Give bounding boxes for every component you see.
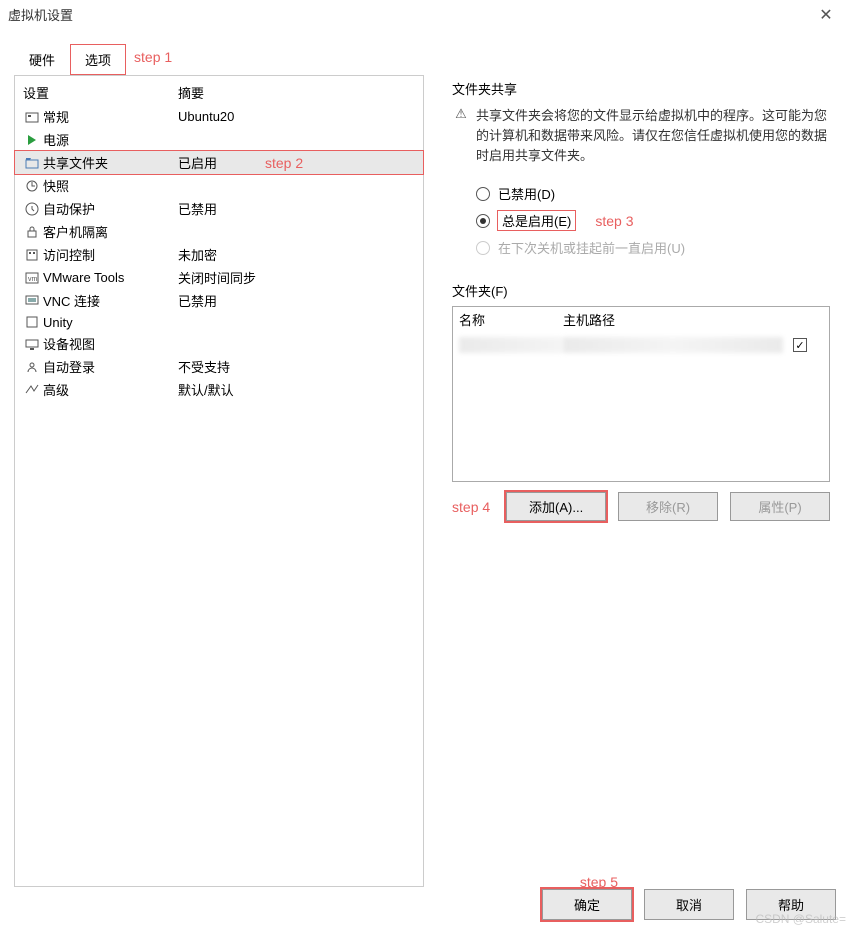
unity-icon — [23, 314, 41, 330]
titlebar: 虚拟机设置 ✕ — [0, 0, 854, 30]
row-summary: 已禁用 — [178, 291, 415, 310]
row-summary: 已禁用 — [178, 199, 415, 218]
step2-annotation: step 2 — [265, 155, 303, 171]
row-guest-isolation[interactable]: 客户机隔离 — [15, 220, 423, 243]
warning-block: ⚠ 共享文件夹会将您的文件显示给虚拟机中的程序。这可能为您的计算机和数据带来风险… — [452, 106, 830, 166]
row-label: 客户机隔离 — [43, 222, 178, 241]
row-label: Unity — [43, 315, 178, 330]
row-label: 共享文件夹 — [43, 153, 178, 172]
radio-label: 在下次关机或挂起前一直启用(U) — [498, 238, 685, 257]
step4-annotation: step 4 — [452, 499, 490, 515]
row-summary: 关闭时间同步 — [178, 268, 415, 287]
row-snapshot[interactable]: 快照 — [15, 174, 423, 197]
row-advanced[interactable]: 高级 默认/默认 — [15, 378, 423, 401]
vnc-icon — [23, 293, 41, 309]
device-icon — [23, 336, 41, 352]
row-summary: 默认/默认 — [178, 380, 415, 399]
folder-row[interactable]: ✓ — [453, 333, 829, 357]
power-icon — [23, 132, 41, 148]
row-device-view[interactable]: 设备视图 — [15, 332, 423, 355]
header-summary: 摘要 — [178, 83, 415, 102]
warning-icon: ⚠ — [452, 106, 470, 166]
folder-name-cell — [459, 337, 563, 353]
row-label: 设备视图 — [43, 334, 178, 353]
warning-text: 共享文件夹会将您的文件显示给虚拟机中的程序。这可能为您的计算机和数据带来风险。请… — [476, 106, 830, 166]
row-label: 常规 — [43, 107, 178, 126]
radio-until-shutdown: 在下次关机或挂起前一直启用(U) — [476, 234, 830, 261]
settings-header: 设置 摘要 — [15, 80, 423, 105]
add-button[interactable]: 添加(A)... — [506, 492, 606, 521]
row-label: VNC 连接 — [43, 291, 178, 310]
clock-icon — [23, 201, 41, 217]
row-unity[interactable]: Unity — [15, 312, 423, 332]
folders-section: 文件夹(F) 名称 主机路径 ✓ step 4 添加(A)... 移除(R) 属… — [452, 281, 830, 521]
radio-disabled[interactable]: 已禁用(D) — [476, 180, 830, 207]
row-power[interactable]: 电源 — [15, 128, 423, 151]
row-autoprotect[interactable]: 自动保护 已禁用 — [15, 197, 423, 220]
radio-always[interactable]: 总是启用(E) step 3 — [476, 207, 830, 234]
row-vmware-tools[interactable]: vm VMware Tools 关闭时间同步 — [15, 266, 423, 289]
lock-icon — [23, 224, 41, 240]
folder-checkbox[interactable]: ✓ — [793, 338, 807, 352]
radio-icon — [476, 241, 490, 255]
folder-header-name: 名称 — [459, 310, 563, 329]
snapshot-icon — [23, 178, 41, 194]
general-icon — [23, 109, 41, 125]
radio-label: 已禁用(D) — [498, 184, 555, 203]
watermark: CSDN @Salute= — [755, 912, 846, 926]
row-label: 自动保护 — [43, 199, 178, 218]
radio-icon — [476, 214, 490, 228]
folder-header-path: 主机路径 — [563, 310, 823, 329]
radio-group: 已禁用(D) 总是启用(E) step 3 在下次关机或挂起前一直启用(U) — [476, 180, 830, 261]
close-icon[interactable]: ✕ — [806, 5, 846, 25]
detail-panel: 文件夹共享 ⚠ 共享文件夹会将您的文件显示给虚拟机中的程序。这可能为您的计算机和… — [442, 75, 840, 887]
vm-icon: vm — [23, 270, 41, 286]
tab-options[interactable]: 选项 — [70, 44, 126, 75]
header-name: 设置 — [23, 83, 178, 102]
login-icon — [23, 359, 41, 375]
row-general[interactable]: 常规 Ubuntu20 — [15, 105, 423, 128]
access-icon — [23, 247, 41, 263]
properties-button: 属性(P) — [730, 492, 830, 521]
radio-icon — [476, 187, 490, 201]
content-area: 设置 摘要 常规 Ubuntu20 电源 共享文件夹 已启用 step 2 快照… — [14, 75, 840, 887]
row-summary: 未加密 — [178, 245, 415, 264]
folders-title: 文件夹(F) — [452, 281, 830, 300]
row-label: 高级 — [43, 380, 178, 399]
row-label: 电源 — [43, 130, 178, 149]
row-label: 访问控制 — [43, 245, 178, 264]
tab-bar: 硬件 选项 step 1 — [14, 44, 854, 75]
folder-list[interactable]: 名称 主机路径 ✓ — [452, 306, 830, 482]
ok-button[interactable]: 确定 — [542, 889, 632, 920]
row-label: 自动登录 — [43, 357, 178, 376]
advanced-icon — [23, 382, 41, 398]
remove-button: 移除(R) — [618, 492, 718, 521]
row-vnc[interactable]: VNC 连接 已禁用 — [15, 289, 423, 312]
svg-text:vm: vm — [28, 276, 38, 283]
step5-annotation: step 5 — [580, 874, 618, 890]
row-shared-folders[interactable]: 共享文件夹 已启用 step 2 — [15, 151, 423, 174]
step3-annotation: step 3 — [595, 213, 633, 229]
tab-hardware[interactable]: 硬件 — [14, 44, 70, 75]
row-summary: 不受支持 — [178, 357, 415, 376]
row-label: VMware Tools — [43, 270, 178, 285]
folder-buttons: step 4 添加(A)... 移除(R) 属性(P) — [452, 492, 830, 521]
window-title: 虚拟机设置 — [8, 5, 806, 24]
settings-list-panel: 设置 摘要 常规 Ubuntu20 电源 共享文件夹 已启用 step 2 快照… — [14, 75, 424, 887]
cancel-button[interactable]: 取消 — [644, 889, 734, 920]
share-title: 文件夹共享 — [452, 79, 830, 98]
folder-icon — [23, 155, 41, 171]
row-summary: Ubuntu20 — [178, 109, 415, 124]
radio-label: 总是启用(E) — [498, 211, 575, 230]
row-access-control[interactable]: 访问控制 未加密 — [15, 243, 423, 266]
folder-path-cell — [563, 337, 783, 353]
folder-header: 名称 主机路径 — [453, 307, 829, 333]
step1-annotation: step 1 — [126, 44, 180, 70]
row-label: 快照 — [43, 176, 178, 195]
row-auto-login[interactable]: 自动登录 不受支持 — [15, 355, 423, 378]
